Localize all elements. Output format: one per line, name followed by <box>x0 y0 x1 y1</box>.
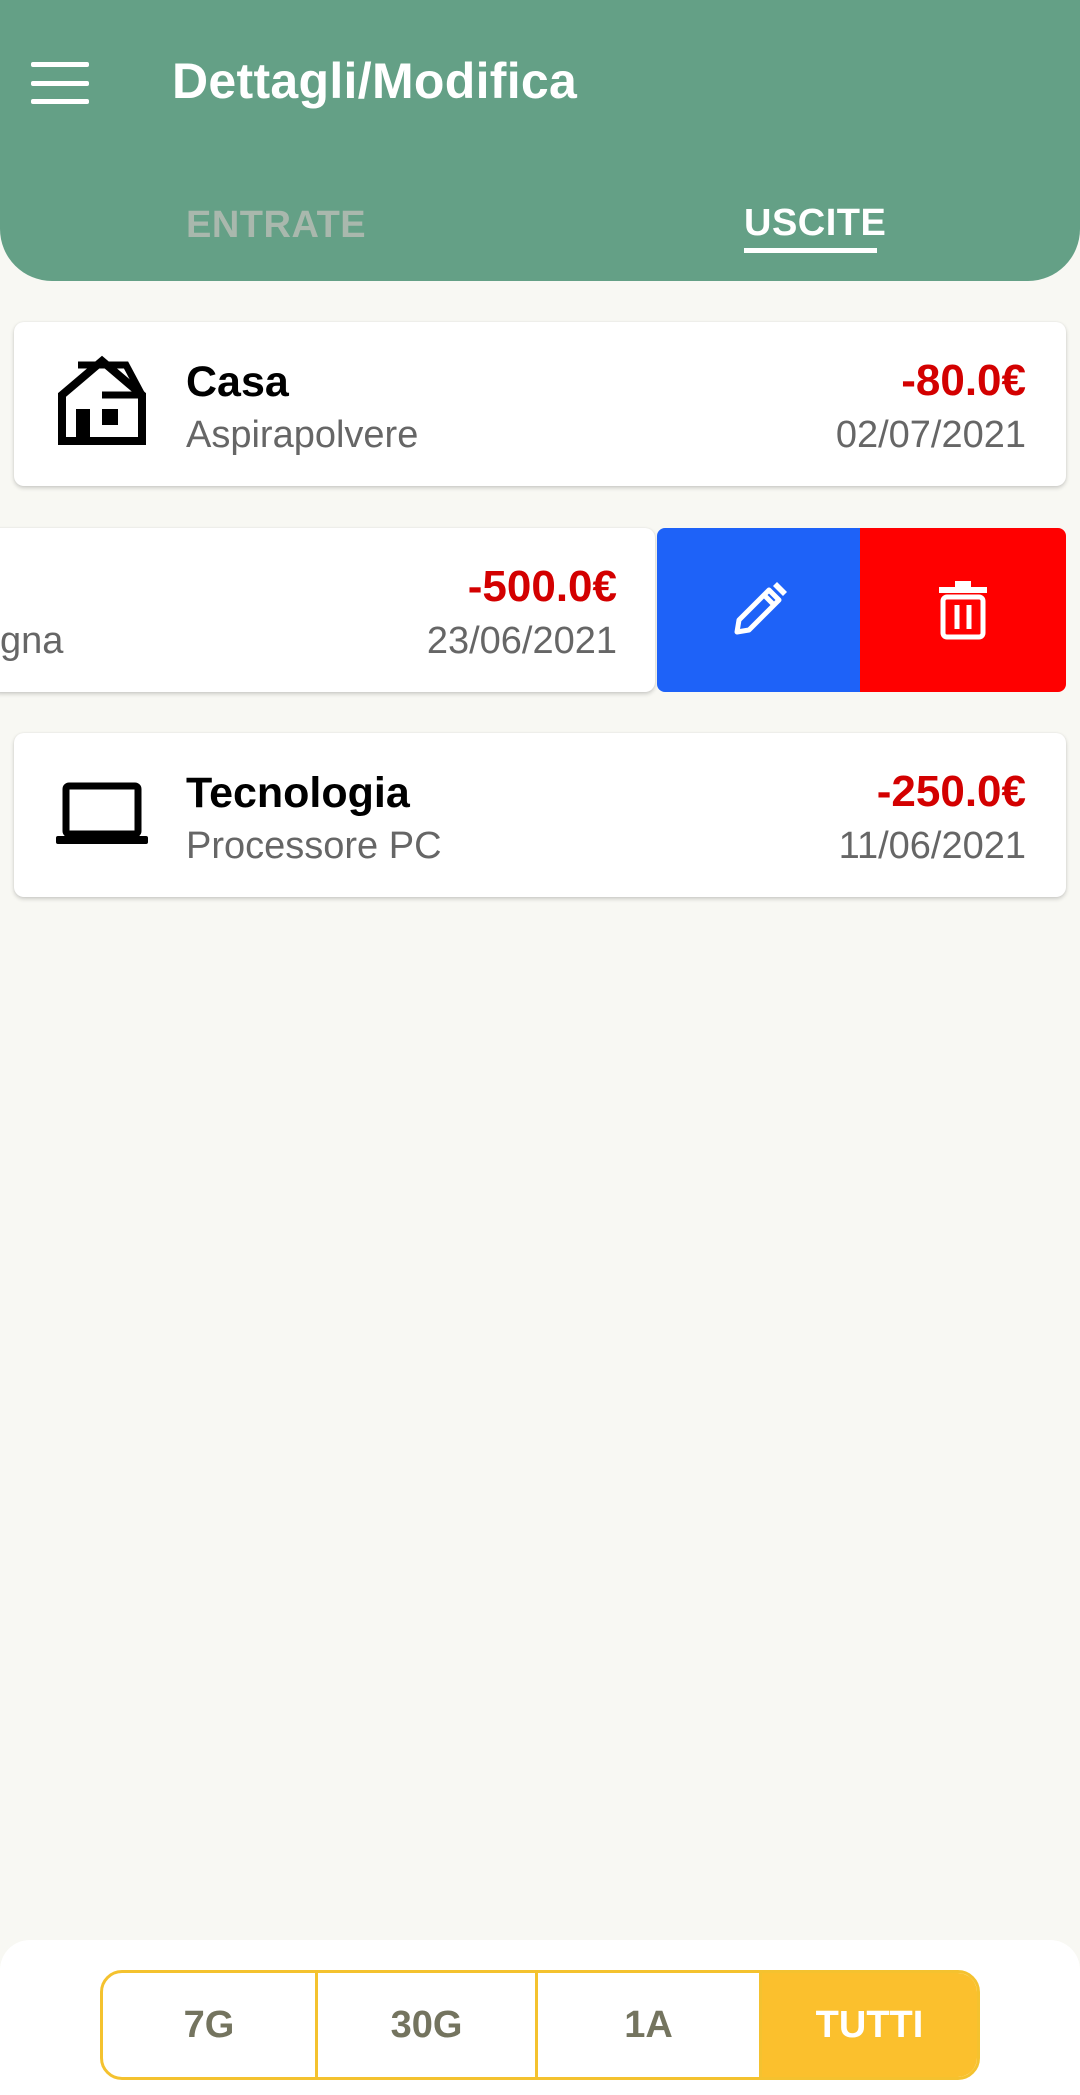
filter-1a[interactable]: 1A <box>538 1973 762 2077</box>
filter-30g[interactable]: 30G <box>318 1973 538 2077</box>
transaction-amount: -80.0€ <box>901 356 1026 405</box>
transaction-card[interactable]: Casa Aspirapolvere -80.0€ 02/07/2021 <box>14 322 1066 486</box>
house-icon <box>58 355 146 445</box>
transaction-card[interactable]: Tecnologia Processore PC -250.0€ 11/06/2… <box>14 733 1066 897</box>
period-filter: 7G 30G 1A TUTTI <box>100 1970 980 2080</box>
app-bar: Dettagli/Modifica ENTRATE USCITE <box>0 0 1080 281</box>
transaction-category: Casa <box>186 358 289 406</box>
tab-uscite[interactable]: USCITE <box>744 202 886 245</box>
page-title: Dettagli/Modifica <box>172 53 578 109</box>
transaction-description: Processore PC <box>186 825 442 867</box>
transaction-date: 11/06/2021 <box>838 825 1026 867</box>
laptop-icon <box>56 782 148 844</box>
delete-button[interactable] <box>860 528 1066 692</box>
transaction-description: Aspirapolvere <box>186 414 419 456</box>
tab-selected-indicator <box>744 248 877 253</box>
transaction-category: Tecnologia <box>186 769 410 817</box>
transaction-description: gna <box>0 620 64 662</box>
transaction-date: 23/06/2021 <box>426 620 617 662</box>
pencil-icon <box>734 582 787 635</box>
filter-tutti[interactable]: TUTTI <box>762 1973 977 2077</box>
trash-icon <box>939 581 987 640</box>
transaction-amount: -500.0€ <box>467 562 617 611</box>
hamburger-menu-icon[interactable] <box>31 62 89 104</box>
tab-entrate[interactable]: ENTRATE <box>186 204 366 247</box>
transaction-date: 02/07/2021 <box>835 414 1026 456</box>
transaction-amount: -250.0€ <box>876 767 1026 816</box>
filter-7g[interactable]: 7G <box>103 1973 318 2077</box>
transaction-card-swiped[interactable]: gna -500.0€ 23/06/2021 <box>0 528 655 692</box>
edit-button[interactable] <box>657 528 860 692</box>
